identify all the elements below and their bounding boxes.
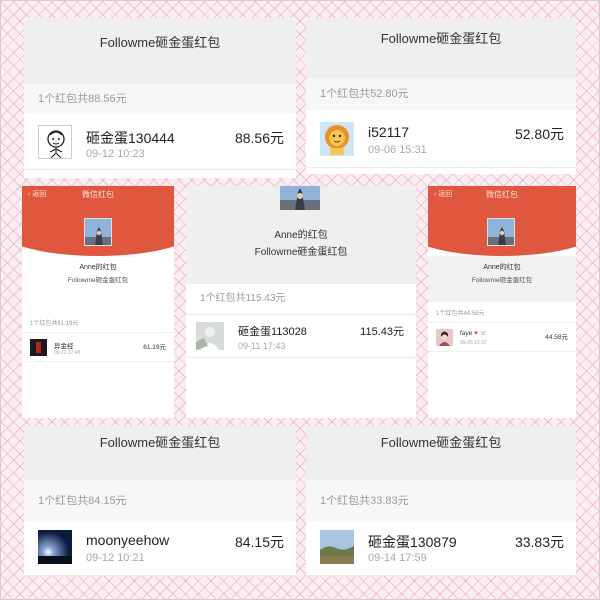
page-title: Followme砸金蛋红包 <box>99 35 221 50</box>
sender-name: Anne的红包 <box>79 264 117 271</box>
night-sky-icon <box>38 530 72 564</box>
total-summary: 1个红包共115.43元 <box>186 288 416 310</box>
received-amount: 61.19元 <box>143 344 166 351</box>
total-summary: 1个红包共44.58元 <box>436 311 485 317</box>
sender-name: Anne的红包 <box>483 264 521 271</box>
recipient-name: 异金经 <box>54 343 74 350</box>
recipient-name: 砸金蛋113028 <box>238 326 307 338</box>
heart-icon: ♥ <box>474 330 478 337</box>
total-summary-text: 1个红包共52.80元 <box>320 88 409 100</box>
received-amount: 84.15元 <box>234 534 284 550</box>
received-time: 09-06 15:37 <box>460 340 487 346</box>
greeting-text: Followme砸金蛋红包 <box>254 247 348 258</box>
recipient-row[interactable]: 砸金蛋130879 09-14 17:59 33.83元 <box>306 522 576 576</box>
panel-header: Followme砸金蛋红包 <box>24 18 296 84</box>
received-time: 09-14 17:59 <box>368 552 427 564</box>
received-amount: 44.58元 <box>545 334 568 341</box>
phone-panel-right: ‹ 返回 微信红包 Anne的红包 Followme砸金蛋红包 1个红包共44.… <box>428 186 576 418</box>
panel-middle-center: Anne的红包 Followme砸金蛋红包 1个红包共115.43元 砸金蛋11… <box>186 186 416 418</box>
total-summary: 1个红包共52.80元 <box>306 78 576 110</box>
panel-bottom-left: Followme砸金蛋红包 1个红包共84.15元 moonyeehow 09-… <box>24 426 296 576</box>
received-amount: 115.43元 <box>360 326 404 338</box>
recipient-row[interactable]: faye ♥ ☺ 09-06 15:37 44.58元 <box>428 322 576 352</box>
photo-avatar-icon <box>196 322 224 350</box>
greeting-text: Followme砸金蛋红包 <box>471 277 533 284</box>
total-summary-text: 1个红包共115.43元 <box>200 293 286 304</box>
recipient-row[interactable]: 砸金蛋113028 09-11 17:43 115.43元 <box>186 314 416 358</box>
sender-avatar <box>280 186 320 210</box>
recipient-name: i52117 <box>368 124 410 140</box>
recipient-row[interactable]: 异金经 09-11 17:48 61.19元 <box>22 332 174 362</box>
page-title: Followme砸金蛋红包 <box>380 435 502 450</box>
total-summary: 1个红包共61.19元 <box>30 321 79 327</box>
received-amount: 33.83元 <box>514 534 564 550</box>
panel-header: Followme砸金蛋红包 <box>306 18 576 78</box>
received-time: 09-12 10:21 <box>86 552 145 564</box>
recipient-name-text: faye <box>460 330 473 337</box>
phone-panel-left: ‹ 返回 微信红包 Anne的红包 Followme砸金蛋红包 1个红包共61.… <box>22 186 174 418</box>
received-time: 09-06 15:31 <box>368 144 427 156</box>
nav-title: 微信红包 <box>486 190 518 199</box>
received-amount: 52.80元 <box>514 126 564 142</box>
received-time: 09-12 10:23 <box>86 148 145 160</box>
doodle-face-icon <box>38 125 72 159</box>
panel-top-left: Followme砸金蛋红包 1个红包共88.56元 砸金蛋130444 09-1… <box>24 18 296 178</box>
total-summary: 1个红包共33.83元 <box>306 480 576 522</box>
recipient-row[interactable]: i52117 09-06 15:31 52.80元 <box>306 110 576 168</box>
total-summary-text: 1个红包共84.15元 <box>38 495 127 507</box>
received-time: 09-11 17:43 <box>238 341 286 351</box>
sender-avatar <box>487 218 515 246</box>
recipient-name: 砸金蛋130444 <box>86 130 175 146</box>
total-summary-text: 1个红包共33.83元 <box>320 495 409 507</box>
cartoon-lion-icon <box>320 122 354 156</box>
received-amount: 88.56元 <box>234 130 284 146</box>
panel-top-right: Followme砸金蛋红包 1个红包共52.80元 i52117 09-06 1… <box>306 18 576 174</box>
dark-photo-icon <box>30 339 47 356</box>
total-summary: 1个红包共84.15元 <box>24 480 296 522</box>
panel-header: Followme砸金蛋红包 <box>306 426 576 480</box>
greeting-text: Followme砸金蛋红包 <box>67 277 129 284</box>
total-summary-text: 1个红包共88.56元 <box>38 93 127 105</box>
page-title: Followme砸金蛋红包 <box>380 31 502 46</box>
panel-header: Followme砸金蛋红包 <box>24 426 296 480</box>
recipient-name: 砸金蛋130879 <box>368 534 457 550</box>
portrait-icon <box>436 329 453 346</box>
recipient-name: faye ♥ ☺ <box>460 330 486 337</box>
emoji-icon: ☺ <box>479 330 487 337</box>
page-title: Followme砸金蛋红包 <box>99 435 221 450</box>
sender-name: Anne的红包 <box>274 230 328 241</box>
panel-bottom-right: Followme砸金蛋红包 1个红包共33.83元 砸金蛋130879 09-1… <box>306 426 576 576</box>
total-summary: 1个红包共88.56元 <box>24 84 296 114</box>
nav-title: 微信红包 <box>82 190 114 199</box>
recipient-name: moonyeehow <box>86 532 170 548</box>
received-time: 09-11 17:48 <box>54 350 81 356</box>
sender-avatar <box>84 218 112 246</box>
recipient-row[interactable]: moonyeehow 09-12 10:21 84.15元 <box>24 522 296 576</box>
landscape-icon <box>320 530 354 564</box>
recipient-row[interactable]: 砸金蛋130444 09-12 10:23 88.56元 <box>24 114 296 170</box>
